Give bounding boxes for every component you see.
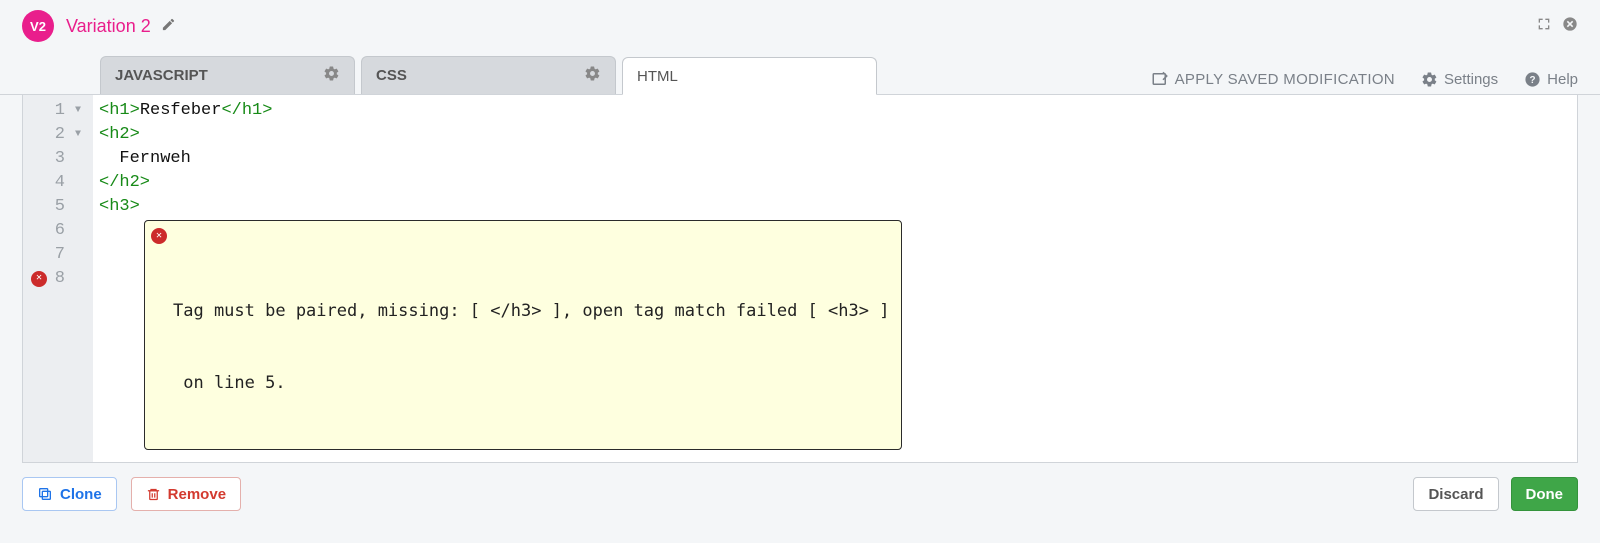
tab-html-label: HTML [637, 68, 678, 85]
header: V2 Variation 2 [0, 0, 1600, 56]
line-gutter: 1▼2▼345678 [23, 95, 93, 462]
help-button[interactable]: ? Help [1524, 71, 1578, 88]
tab-javascript-label: JAVASCRIPT [115, 67, 208, 84]
edit-title-icon[interactable] [161, 17, 176, 36]
code-line[interactable]: <h3> [99, 195, 1577, 219]
code-line[interactable]: <h2> [99, 123, 1577, 147]
variation-title[interactable]: Variation 2 [66, 16, 151, 37]
error-tooltip: Tag must be paired, missing: [ </h3> ], … [144, 220, 902, 450]
discard-label: Discard [1428, 486, 1483, 503]
gear-icon [1421, 71, 1438, 88]
tab-css-label: CSS [376, 67, 407, 84]
footer: Clone Remove Discard Done [0, 463, 1600, 525]
help-icon: ? [1524, 71, 1541, 88]
code-editor[interactable]: 1▼2▼345678 Tag must be paired, missing: … [22, 95, 1578, 463]
clone-icon [37, 486, 53, 502]
code-line[interactable]: Fernweh [99, 147, 1577, 171]
clone-button[interactable]: Clone [22, 477, 117, 511]
expand-icon[interactable] [1536, 16, 1552, 37]
tab-html[interactable]: HTML [622, 57, 877, 95]
apply-saved-modification-button[interactable]: APPLY SAVED MODIFICATION [1151, 70, 1395, 88]
line-number: 4 [23, 171, 85, 195]
clone-label: Clone [60, 486, 102, 503]
tab-row: JAVASCRIPT CSS HTML APPLY SAVED MODIFICA… [0, 56, 1600, 95]
code-area[interactable]: Tag must be paired, missing: [ </h3> ], … [93, 95, 1577, 462]
code-line[interactable]: </h2> [99, 171, 1577, 195]
toolbar-right: APPLY SAVED MODIFICATION Settings ? Help [1151, 70, 1578, 94]
line-number: 3 [23, 147, 85, 171]
close-icon[interactable] [1562, 16, 1578, 37]
error-icon [151, 228, 167, 244]
line-number: 2▼ [23, 123, 85, 147]
trash-icon [146, 487, 161, 502]
apply-label: APPLY SAVED MODIFICATION [1175, 71, 1395, 88]
error-message-line1: Tag must be paired, missing: [ </h3> ], … [173, 299, 889, 323]
code-line[interactable]: <h1>Resfeber</h1> [99, 99, 1577, 123]
variation-badge: V2 [22, 10, 54, 42]
done-button[interactable]: Done [1511, 477, 1579, 511]
remove-button[interactable]: Remove [131, 477, 241, 511]
line-number: 1▼ [23, 99, 85, 123]
help-label: Help [1547, 71, 1578, 88]
gear-icon[interactable] [584, 65, 601, 87]
line-number: 6 [23, 219, 85, 243]
svg-text:?: ? [1530, 75, 1536, 86]
discard-button[interactable]: Discard [1413, 477, 1498, 511]
gear-icon[interactable] [323, 65, 340, 87]
tab-javascript[interactable]: JAVASCRIPT [100, 56, 355, 94]
remove-label: Remove [168, 486, 226, 503]
line-number: 7 [23, 243, 85, 267]
done-label: Done [1526, 486, 1564, 503]
settings-button[interactable]: Settings [1421, 71, 1498, 88]
error-message-line2: on line 5. [173, 371, 889, 395]
tab-css[interactable]: CSS [361, 56, 616, 94]
line-number: 5 [23, 195, 85, 219]
apply-icon [1151, 70, 1169, 88]
settings-label: Settings [1444, 71, 1498, 88]
gutter-error-icon[interactable] [31, 271, 47, 287]
